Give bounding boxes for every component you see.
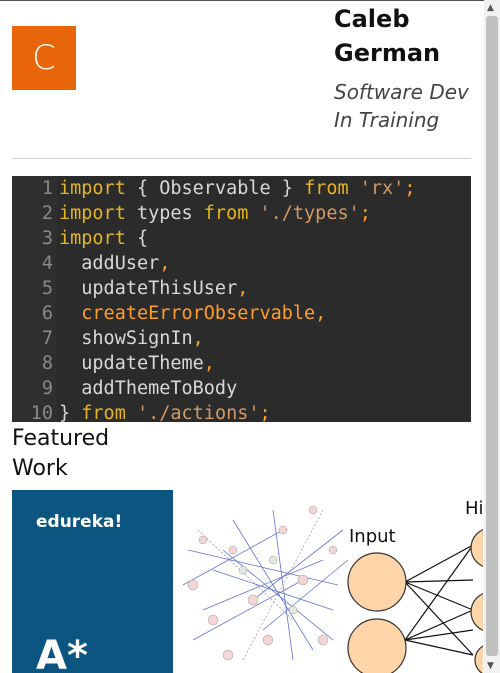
code-line: 4 addUser, — [12, 251, 471, 276]
network-graph-illustration — [182, 505, 483, 673]
code-text: import types from './types'; — [57, 201, 371, 226]
code-token: ; — [404, 178, 416, 199]
input-layer-label: Input — [349, 526, 396, 547]
code-token: types — [125, 203, 204, 224]
hidden-layer-label: Hi — [465, 498, 483, 519]
code-line: 5 updateThisUser, — [12, 276, 471, 301]
featured-work-heading: Featured Work — [12, 426, 110, 481]
top-border — [0, 0, 500, 1]
code-text: createErrorObservable, — [57, 301, 326, 326]
code-line: 8 updateTheme, — [12, 351, 471, 376]
code-snippet-image: 1 import { Observable } from 'rx'; 2 import… — [12, 176, 471, 422]
edureka-logo-text: edureka! — [36, 512, 123, 532]
line-number: 3 — [12, 226, 57, 251]
code-line: 6 createErrorObservable, — [12, 301, 471, 326]
code-token: , — [237, 278, 249, 299]
code-token: from — [203, 203, 249, 224]
profile-tagline: Software Dev In Training — [334, 80, 469, 132]
code-token: 'rx' — [348, 178, 405, 199]
code-line: 7 showSignIn, — [12, 326, 471, 351]
code-text: updateThisUser, — [57, 276, 248, 301]
code-token: addUser — [59, 253, 160, 274]
project-card-edureka[interactable]: edureka! A* — [12, 490, 173, 673]
line-number: 6 — [12, 301, 57, 326]
code-token: Observable — [159, 178, 271, 199]
code-token: } — [59, 403, 82, 422]
code-token: import — [59, 203, 126, 224]
code-text: import { Observable } from 'rx'; — [57, 176, 415, 201]
code-token: import — [59, 228, 126, 249]
code-token: from — [81, 403, 126, 422]
scroll-down-icon[interactable]: ▼ — [487, 661, 494, 671]
code-token: './actions' — [125, 403, 260, 422]
profile-name[interactable]: Caleb German — [334, 2, 474, 70]
code-line: 1 import { Observable } from 'rx'; — [12, 176, 471, 201]
code-token: './types' — [248, 203, 360, 224]
code-line: 10} from './actions'; — [12, 401, 471, 422]
code-token: , — [203, 353, 215, 374]
project-card-neural-network[interactable]: Input Hi — [173, 490, 483, 673]
header-divider — [12, 158, 471, 159]
code-line: 9 addThemeToBody — [12, 376, 471, 401]
code-token: } — [270, 178, 305, 199]
vertical-scrollbar[interactable]: ▲ ▼ — [484, 0, 500, 673]
code-token: updateTheme — [59, 353, 204, 374]
code-token: updateThisUser — [59, 278, 238, 299]
avatar[interactable]: C — [12, 26, 76, 90]
code-text: } from './actions'; — [57, 401, 271, 422]
code-token: createErrorObservable, — [59, 303, 327, 324]
scroll-up-icon[interactable]: ▲ — [487, 3, 494, 13]
line-number: 9 — [12, 376, 57, 401]
line-number: 4 — [12, 251, 57, 276]
line-number: 2 — [12, 201, 57, 226]
code-token: { — [125, 178, 160, 199]
code-line: 3 import { — [12, 226, 471, 251]
code-token: import — [59, 178, 126, 199]
code-text: addUser, — [57, 251, 170, 276]
line-number: 5 — [12, 276, 57, 301]
code-token: ; — [259, 403, 271, 422]
avatar-letter: C — [32, 38, 56, 78]
code-token: ; — [359, 203, 371, 224]
edureka-grade-mark: A* — [36, 633, 88, 673]
scrollbar-thumb[interactable] — [486, 16, 498, 656]
code-token: , — [159, 253, 171, 274]
code-token: from — [304, 178, 349, 199]
line-number: 7 — [12, 326, 57, 351]
code-text: showSignIn, — [57, 326, 204, 351]
code-line: 2 import types from './types'; — [12, 201, 471, 226]
code-token: , — [192, 328, 204, 349]
code-token: addThemeToBody — [59, 378, 238, 399]
code-text: import { — [57, 226, 148, 251]
line-number: 10 — [12, 401, 57, 422]
code-token: showSignIn — [59, 328, 193, 349]
code-token: { — [125, 228, 149, 249]
line-number: 1 — [12, 176, 57, 201]
code-text: updateTheme, — [57, 351, 215, 376]
line-number: 8 — [12, 351, 57, 376]
code-text: addThemeToBody — [57, 376, 237, 401]
